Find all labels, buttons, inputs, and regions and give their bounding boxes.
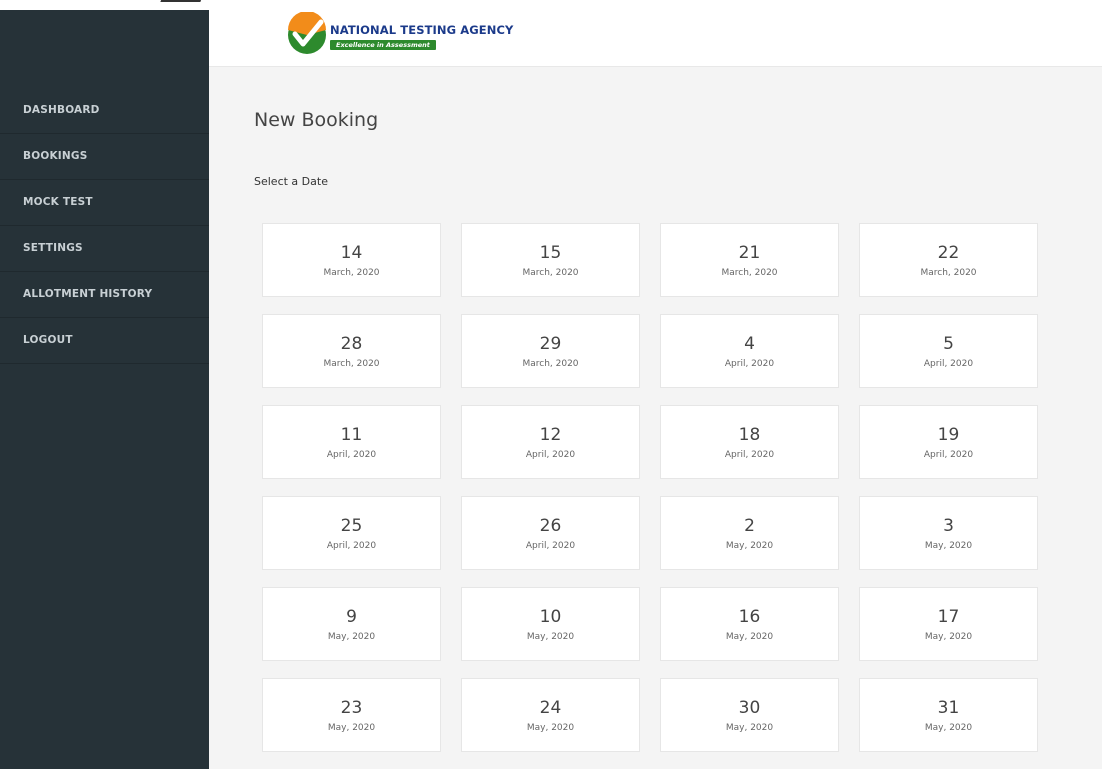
sidebar-item-allotment-history[interactable]: ALLOTMENT HISTORY xyxy=(0,272,209,318)
date-day: 16 xyxy=(738,607,761,627)
date-card[interactable]: 3 May, 2020 xyxy=(859,496,1038,570)
date-day: 17 xyxy=(937,607,960,627)
sidebar-item-logout[interactable]: LOGOUT xyxy=(0,318,209,364)
header: NATIONAL TESTING AGENCY Excellence in As… xyxy=(209,0,1102,67)
date-card[interactable]: 14 March, 2020 xyxy=(262,223,441,297)
date-month: May, 2020 xyxy=(924,723,973,733)
page-title: New Booking xyxy=(254,109,379,131)
date-month: March, 2020 xyxy=(323,359,380,369)
date-card[interactable]: 21 March, 2020 xyxy=(660,223,839,297)
date-month: May, 2020 xyxy=(526,632,575,642)
date-day: 22 xyxy=(937,243,960,263)
date-grid: 14 March, 2020 15 March, 2020 21 March, 202… xyxy=(262,223,1040,752)
date-day: 14 xyxy=(340,243,363,263)
date-month: March, 2020 xyxy=(522,359,579,369)
date-day: 19 xyxy=(937,425,960,445)
date-day: 5 xyxy=(943,334,954,354)
date-card[interactable]: 15 March, 2020 xyxy=(461,223,640,297)
date-month: May, 2020 xyxy=(924,541,973,551)
date-month: April, 2020 xyxy=(326,541,377,551)
date-month: March, 2020 xyxy=(522,268,579,278)
date-month: April, 2020 xyxy=(724,450,775,460)
date-day: 23 xyxy=(340,698,363,718)
sidebar-item-label: SETTINGS xyxy=(23,242,83,254)
date-card[interactable]: 2 May, 2020 xyxy=(660,496,839,570)
date-card[interactable]: 29 March, 2020 xyxy=(461,314,640,388)
nta-logo-icon xyxy=(288,12,326,54)
date-month: April, 2020 xyxy=(923,359,974,369)
sidebar-item-label: DASHBOARD xyxy=(23,104,100,116)
sidebar: DASHBOARD BOOKINGS MOCK TEST SETTINGS AL… xyxy=(0,0,209,769)
date-day: 2 xyxy=(744,516,755,536)
date-card[interactable]: 16 May, 2020 xyxy=(660,587,839,661)
date-day: 10 xyxy=(539,607,562,627)
date-day: 31 xyxy=(937,698,960,718)
date-day: 30 xyxy=(738,698,761,718)
date-month: March, 2020 xyxy=(920,268,977,278)
date-card[interactable]: 4 April, 2020 xyxy=(660,314,839,388)
date-day: 18 xyxy=(738,425,761,445)
date-card[interactable]: 30 May, 2020 xyxy=(660,678,839,752)
date-day: 21 xyxy=(738,243,761,263)
date-month: April, 2020 xyxy=(525,541,576,551)
sidebar-item-label: MOCK TEST xyxy=(23,196,93,208)
date-card[interactable]: 18 April, 2020 xyxy=(660,405,839,479)
date-month: March, 2020 xyxy=(323,268,380,278)
date-day: 15 xyxy=(539,243,562,263)
date-day: 24 xyxy=(539,698,562,718)
date-day: 4 xyxy=(744,334,755,354)
top-edge-cutoff xyxy=(0,0,209,10)
date-month: May, 2020 xyxy=(725,632,774,642)
date-card[interactable]: 23 May, 2020 xyxy=(262,678,441,752)
sidebar-nav: DASHBOARD BOOKINGS MOCK TEST SETTINGS AL… xyxy=(0,88,209,364)
date-month: May, 2020 xyxy=(725,541,774,551)
date-day: 26 xyxy=(539,516,562,536)
date-card[interactable]: 5 April, 2020 xyxy=(859,314,1038,388)
date-day: 28 xyxy=(340,334,363,354)
date-card[interactable]: 28 March, 2020 xyxy=(262,314,441,388)
logo-title: NATIONAL TESTING AGENCY xyxy=(330,23,514,37)
sidebar-item-dashboard[interactable]: DASHBOARD xyxy=(0,88,209,134)
date-card[interactable]: 12 April, 2020 xyxy=(461,405,640,479)
date-month: April, 2020 xyxy=(724,359,775,369)
nta-logo[interactable]: NATIONAL TESTING AGENCY Excellence in As… xyxy=(285,12,535,58)
date-month: March, 2020 xyxy=(721,268,778,278)
sidebar-item-bookings[interactable]: BOOKINGS xyxy=(0,134,209,180)
date-month: May, 2020 xyxy=(327,723,376,733)
date-card[interactable]: 17 May, 2020 xyxy=(859,587,1038,661)
date-card[interactable]: 10 May, 2020 xyxy=(461,587,640,661)
sidebar-item-settings[interactable]: SETTINGS xyxy=(0,226,209,272)
select-date-label: Select a Date xyxy=(254,175,328,188)
date-month: April, 2020 xyxy=(326,450,377,460)
sidebar-item-label: LOGOUT xyxy=(23,334,73,346)
date-card[interactable]: 26 April, 2020 xyxy=(461,496,640,570)
date-day: 3 xyxy=(943,516,954,536)
sidebar-item-label: ALLOTMENT HISTORY xyxy=(23,288,153,300)
logo-tagline: Excellence in Assessment xyxy=(330,40,436,50)
date-card[interactable]: 22 March, 2020 xyxy=(859,223,1038,297)
date-month: April, 2020 xyxy=(525,450,576,460)
date-month: April, 2020 xyxy=(923,450,974,460)
date-month: May, 2020 xyxy=(725,723,774,733)
date-day: 29 xyxy=(539,334,562,354)
date-card[interactable]: 31 May, 2020 xyxy=(859,678,1038,752)
date-month: May, 2020 xyxy=(526,723,575,733)
date-card[interactable]: 25 April, 2020 xyxy=(262,496,441,570)
date-day: 9 xyxy=(346,607,357,627)
date-month: May, 2020 xyxy=(924,632,973,642)
cut-off-fragment xyxy=(158,0,202,6)
sidebar-item-mock-test[interactable]: MOCK TEST xyxy=(0,180,209,226)
sidebar-item-label: BOOKINGS xyxy=(23,150,88,162)
date-day: 12 xyxy=(539,425,562,445)
date-card[interactable]: 9 May, 2020 xyxy=(262,587,441,661)
date-card[interactable]: 11 April, 2020 xyxy=(262,405,441,479)
date-card[interactable]: 24 May, 2020 xyxy=(461,678,640,752)
date-card[interactable]: 19 April, 2020 xyxy=(859,405,1038,479)
date-day: 11 xyxy=(340,425,363,445)
date-day: 25 xyxy=(340,516,363,536)
date-month: May, 2020 xyxy=(327,632,376,642)
